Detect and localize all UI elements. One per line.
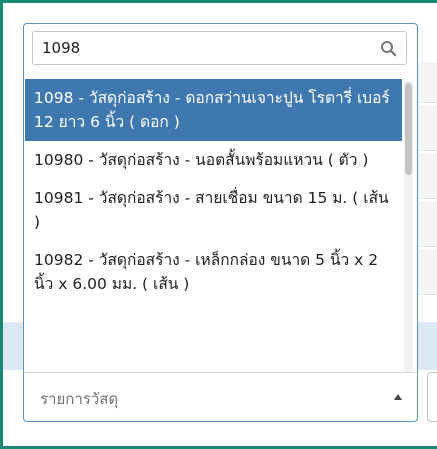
search-box[interactable] <box>32 31 407 65</box>
result-option[interactable]: 10981 - วัสดุก่อสร้าง - สายเชื่อม ขนาด 1… <box>25 179 402 241</box>
result-option[interactable]: 10982 - วัสดุก่อสร้าง - เหล็กกล่อง ขนาด … <box>25 241 402 303</box>
search-input[interactable] <box>33 32 406 64</box>
search-icon <box>381 41 397 57</box>
select-placeholder: รายการวัสดุ <box>40 390 119 408</box>
result-option[interactable]: 10980 - วัสดุก่อสร้าง - นอตสั้นพร้อมแหวน… <box>25 141 402 179</box>
material-dropdown: 1098 - วัสดุก่อสร้าง - ดอกสว่านเจาะปูน โ… <box>23 23 418 373</box>
adjacent-field[interactable] <box>427 372 437 422</box>
result-option[interactable]: 1098 - วัสดุก่อสร้าง - ดอกสว่านเจาะปูน โ… <box>25 79 402 141</box>
material-select[interactable]: รายการวัสดุ <box>23 372 418 422</box>
caret-up-icon <box>394 394 402 400</box>
scrollbar-thumb[interactable] <box>405 83 412 175</box>
results-list: 1098 - วัสดุก่อสร้าง - ดอกสว่านเจาะปูน โ… <box>25 79 402 372</box>
scrollbar[interactable] <box>404 81 413 372</box>
